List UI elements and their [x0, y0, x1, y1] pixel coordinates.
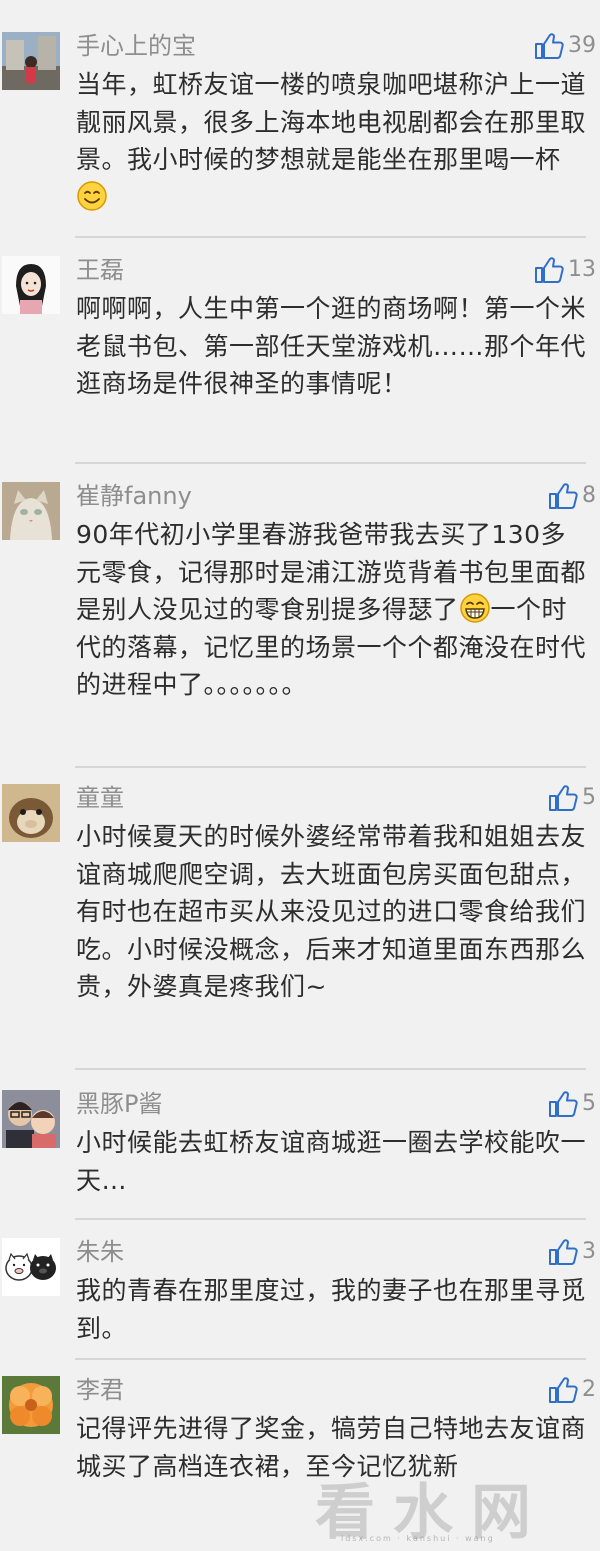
comment-text: 小时候能去虹桥友谊商城逛一圈去学校能吹一天…	[76, 1128, 587, 1195]
divider	[75, 462, 586, 464]
username[interactable]: 黑豚P酱	[76, 1088, 162, 1120]
like-count: 5	[582, 785, 596, 810]
thumbs-up-icon	[549, 1377, 578, 1403]
grin-emoji-icon	[459, 593, 490, 623]
thumbs-up-icon	[549, 1091, 578, 1117]
watermark-subtext: ldsx.com · kanshui · wang	[341, 1534, 495, 1543]
like-button[interactable]: 5	[548, 1088, 596, 1120]
like-count: 8	[582, 483, 596, 508]
comment-text: 90年代初小学里春游我爸带我去买了130多元零食，记得那时是浦江游览背着书包里面…	[76, 516, 590, 704]
like-button[interactable]: 3	[548, 1236, 596, 1268]
like-button[interactable]: 39	[534, 30, 596, 62]
username[interactable]: 王磊	[76, 254, 124, 286]
username[interactable]: 李君	[76, 1374, 124, 1406]
thumbs-up-icon	[535, 33, 564, 59]
like-button[interactable]: 8	[548, 480, 596, 512]
avatar[interactable]	[2, 784, 60, 842]
divider	[75, 766, 586, 768]
like-button[interactable]: 5	[548, 782, 596, 814]
avatar[interactable]	[2, 32, 60, 90]
username[interactable]: 手心上的宝	[76, 30, 196, 62]
like-count: 2	[582, 1377, 596, 1402]
like-button[interactable]: 2	[548, 1374, 596, 1406]
divider	[75, 1358, 586, 1360]
avatar[interactable]	[2, 1376, 60, 1434]
avatar[interactable]	[2, 256, 60, 314]
username[interactable]: 崔静fanny	[76, 480, 192, 512]
thumbs-up-icon	[549, 483, 578, 509]
like-count: 5	[582, 1091, 596, 1116]
comment-text: 啊啊啊，人生中第一个逛的商场啊！第一个米老鼠书包、第一部任天堂游戏机……那个年代…	[76, 294, 587, 398]
divider	[75, 1068, 586, 1070]
like-count: 39	[568, 33, 596, 58]
smile-emoji-icon	[77, 180, 107, 211]
avatar[interactable]	[2, 1090, 60, 1148]
comment-text: 我的青春在那里度过，我的妻子也在那里寻觅到。	[76, 1276, 587, 1343]
like-button[interactable]: 13	[534, 254, 596, 286]
like-count: 13	[568, 257, 596, 282]
thumbs-up-icon	[549, 1239, 578, 1265]
comment-text: 小时候夏天的时候外婆经常带着我和姐姐去友谊商城爬爬空调，去大班面包房买面包甜点，…	[76, 822, 587, 1001]
avatar[interactable]	[2, 482, 60, 540]
thumbs-up-icon	[549, 785, 578, 811]
like-count: 3	[582, 1239, 596, 1264]
divider	[75, 1218, 586, 1220]
comment-text: 当年，虹桥友谊一楼的喷泉咖吧堪称沪上一道靓丽风景，很多上海本地电视剧都会在那里取…	[76, 66, 590, 216]
username[interactable]: 童童	[76, 782, 124, 814]
divider	[75, 236, 586, 238]
avatar[interactable]	[2, 1238, 60, 1296]
comment-text-part: 当年，虹桥友谊一楼的喷泉咖吧堪称沪上一道靓丽风景，很多上海本地电视剧都会在那里取…	[76, 70, 587, 174]
watermark: 看水网 ldsx.com · kanshui · wang	[305, 1462, 590, 1548]
username[interactable]: 朱朱	[76, 1236, 124, 1268]
thumbs-up-icon	[535, 257, 564, 283]
